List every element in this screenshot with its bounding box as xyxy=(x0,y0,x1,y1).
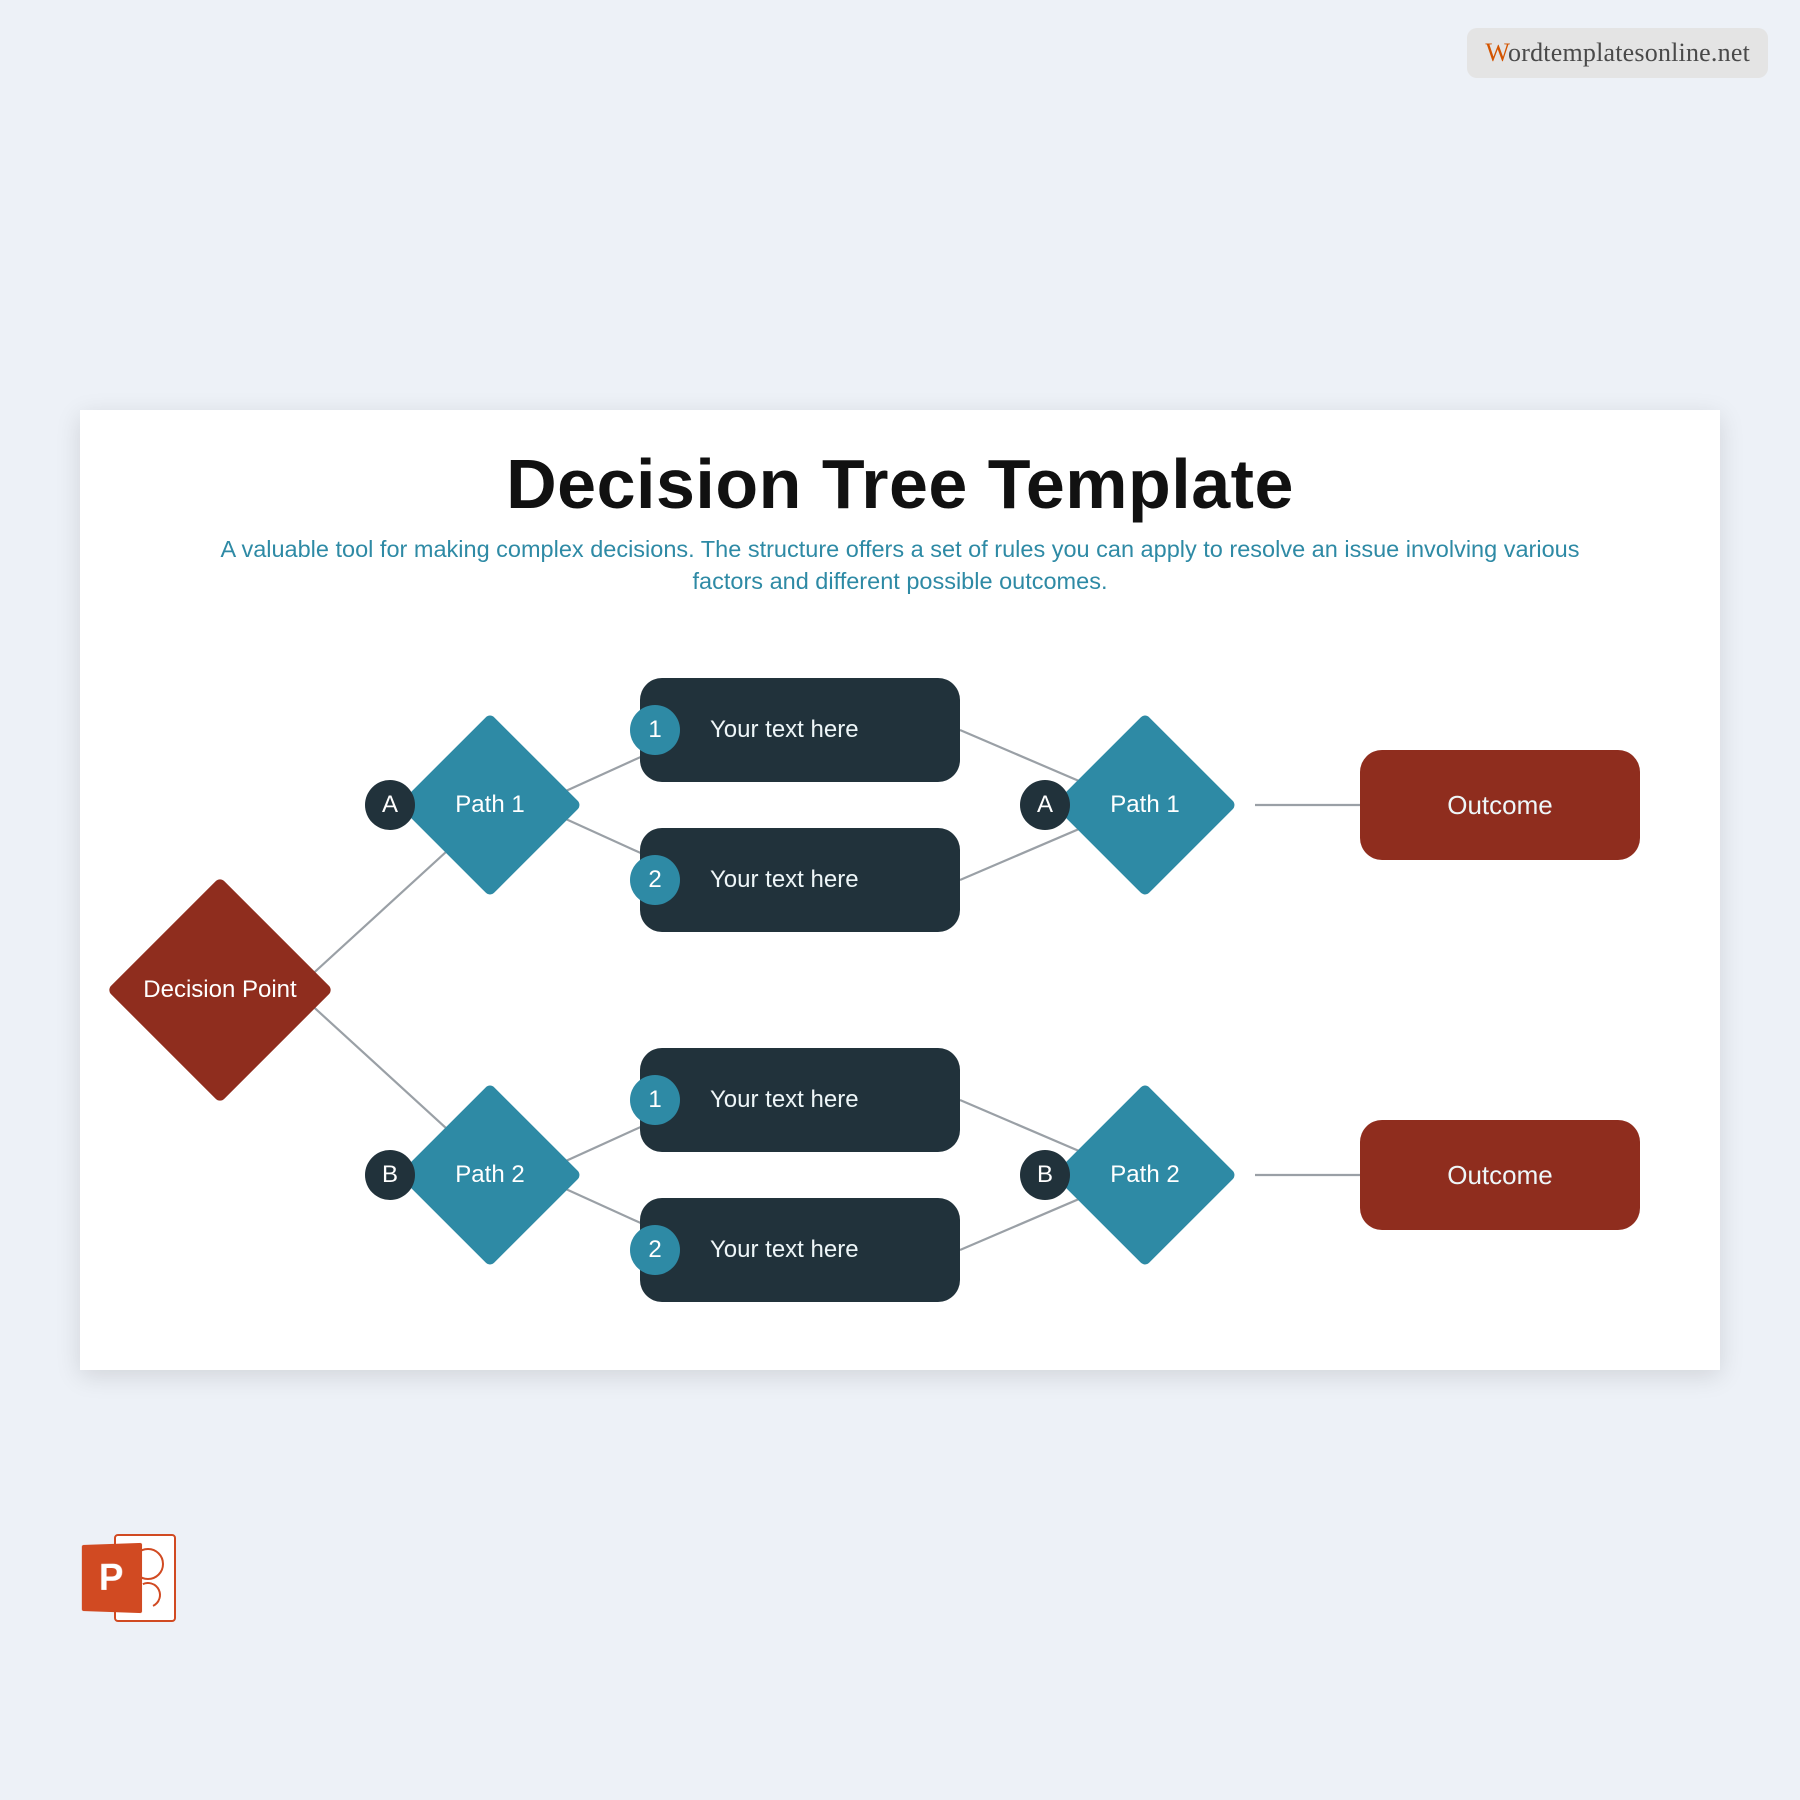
optionB1-num: 1 xyxy=(630,1075,680,1125)
decision-point-label: Decision Point xyxy=(143,976,296,1004)
slide-card: Decision Tree Template A valuable tool f… xyxy=(80,410,1720,1370)
watermark-rest: ordtemplatesonline.net xyxy=(1508,38,1750,67)
optionB1-text: Your text here xyxy=(710,1086,859,1114)
powerpoint-icon: P xyxy=(80,1530,176,1626)
optionA2-text: Your text here xyxy=(710,866,859,894)
path2-label-2: Path 2 xyxy=(1110,1161,1179,1189)
path1-diamond-2: Path 1 xyxy=(1080,740,1210,870)
outcomeA-box: Outcome xyxy=(1360,750,1640,860)
optionA1-text: Your text here xyxy=(710,716,859,744)
branch-b-badge-2: B xyxy=(1020,1150,1070,1200)
watermark-badge: Wordtemplatesonline.net xyxy=(1467,28,1768,78)
branch-b-badge: B xyxy=(365,1150,415,1200)
path2-diamond-2: Path 2 xyxy=(1080,1110,1210,1240)
ppt-tile-icon: P xyxy=(82,1543,142,1613)
optionB1-box: Your text here xyxy=(640,1048,960,1152)
decision-point-diamond: Decision Point xyxy=(140,910,300,1070)
slide-subtitle: A valuable tool for making complex decis… xyxy=(190,534,1610,597)
slide-title: Decision Tree Template xyxy=(80,444,1720,524)
optionB2-box: Your text here xyxy=(640,1198,960,1302)
outcomeB-box: Outcome xyxy=(1360,1120,1640,1230)
path1-diamond: Path 1 xyxy=(425,740,555,870)
path1-label: Path 1 xyxy=(455,791,524,819)
optionA2-num: 2 xyxy=(630,855,680,905)
branch-a-badge: A xyxy=(365,780,415,830)
outcomeB-text: Outcome xyxy=(1447,1160,1553,1191)
optionA2-box: Your text here xyxy=(640,828,960,932)
optionA1-num: 1 xyxy=(630,705,680,755)
outcomeA-text: Outcome xyxy=(1447,790,1553,821)
optionB2-num: 2 xyxy=(630,1225,680,1275)
optionA1-box: Your text here xyxy=(640,678,960,782)
path2-diamond: Path 2 xyxy=(425,1110,555,1240)
branch-a-badge-2: A xyxy=(1020,780,1070,830)
optionB2-text: Your text here xyxy=(710,1236,859,1264)
path2-label: Path 2 xyxy=(455,1161,524,1189)
watermark-initial: W xyxy=(1485,38,1508,67)
path1-label-2: Path 1 xyxy=(1110,791,1179,819)
